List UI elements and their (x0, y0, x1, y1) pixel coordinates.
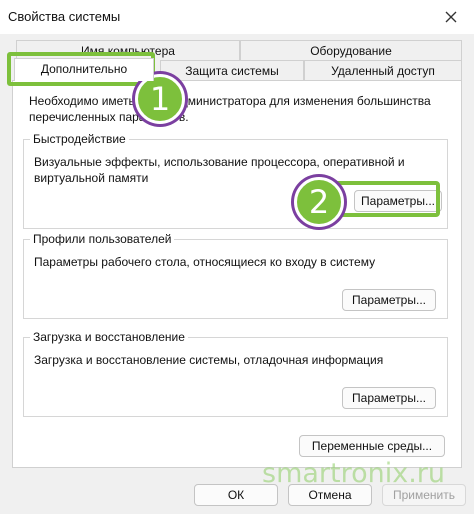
step-badge-1: 1 (135, 74, 185, 124)
environment-variables-button[interactable]: Переменные среды... (299, 435, 445, 457)
startup-recovery-title: Загрузка и восстановление (30, 330, 188, 344)
tab-label: Удаленный доступ (331, 64, 435, 78)
tab-remote[interactable]: Удаленный доступ (304, 60, 462, 80)
button-label: Переменные среды... (311, 439, 433, 453)
button-label: Параметры... (352, 391, 426, 405)
performance-title: Быстродействие (30, 132, 129, 146)
system-properties-window: Свойства системы Имя компьютера Оборудов… (0, 0, 474, 514)
dialog-button-bar: ОК Отмена Применить (0, 468, 474, 514)
startup-recovery-description: Загрузка и восстановление системы, отлад… (34, 353, 384, 367)
button-label: Отмена (308, 488, 352, 502)
tab-system-protection[interactable]: Защита системы (160, 60, 304, 80)
startup-recovery-group: Загрузка и восстановление Загрузка и вос… (23, 330, 448, 417)
user-profiles-title: Профили пользователей (30, 232, 175, 246)
tab-label: Защита системы (185, 64, 279, 78)
step-badge-2: 2 (294, 177, 344, 227)
button-label: Применить (392, 488, 455, 502)
performance-desc-line1: Визуальные эффекты, использование процес… (34, 155, 405, 169)
user-profiles-settings-button[interactable]: Параметры... (342, 289, 436, 311)
ok-button[interactable]: ОК (194, 484, 278, 506)
tab-hardware[interactable]: Оборудование (240, 40, 462, 60)
apply-button: Применить (382, 484, 466, 506)
window-title: Свойства системы (8, 9, 121, 24)
title-bar: Свойства системы (0, 0, 474, 34)
cancel-button[interactable]: Отмена (288, 484, 372, 506)
advanced-tab-panel: Необходимо иметь права администратора дл… (12, 80, 462, 468)
close-icon (445, 11, 457, 23)
admin-notice-line2: перечисленных параметров. (29, 110, 189, 124)
button-label: Параметры... (352, 293, 426, 307)
admin-notice: Необходимо иметь права администратора дл… (29, 93, 454, 125)
startup-recovery-settings-button[interactable]: Параметры... (342, 387, 436, 409)
user-profiles-description: Параметры рабочего стола, относящиеся ко… (34, 255, 376, 269)
tab-label: Оборудование (310, 44, 392, 58)
button-label: ОК (227, 488, 245, 502)
user-profiles-group: Профили пользователей Параметры рабочего… (23, 232, 448, 319)
tab-advanced[interactable]: Дополнительно (14, 58, 154, 81)
admin-notice-line1: Необходимо иметь права администратора дл… (29, 94, 431, 108)
close-button[interactable] (440, 6, 462, 28)
tab-label: Дополнительно (40, 62, 128, 76)
